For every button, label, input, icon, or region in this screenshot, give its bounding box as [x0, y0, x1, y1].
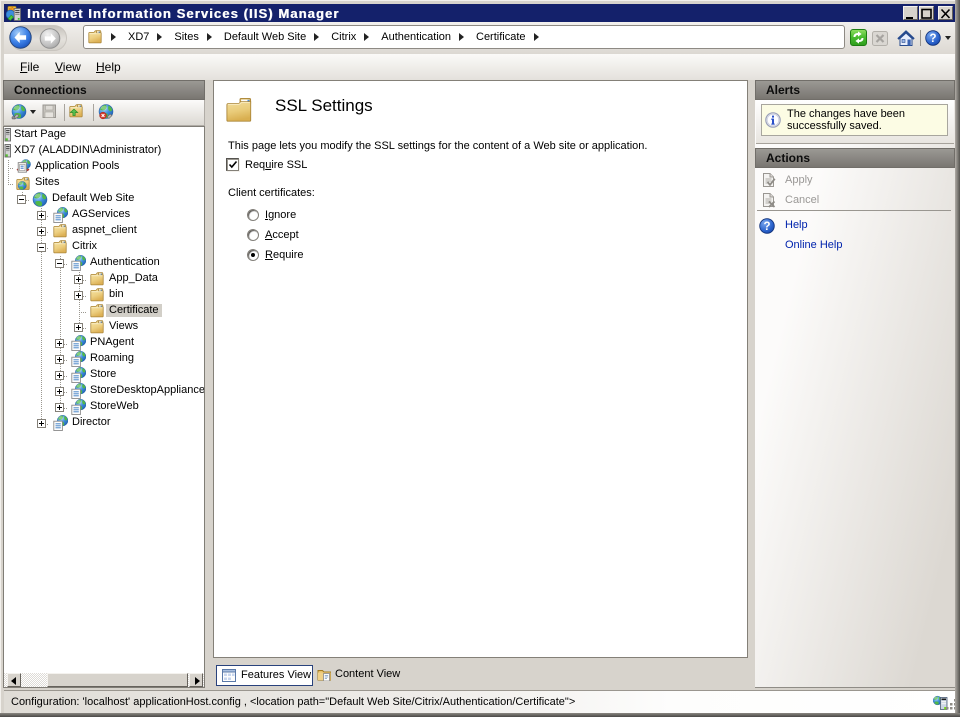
- svg-text:?: ?: [763, 221, 770, 233]
- svg-text:?: ?: [929, 33, 936, 45]
